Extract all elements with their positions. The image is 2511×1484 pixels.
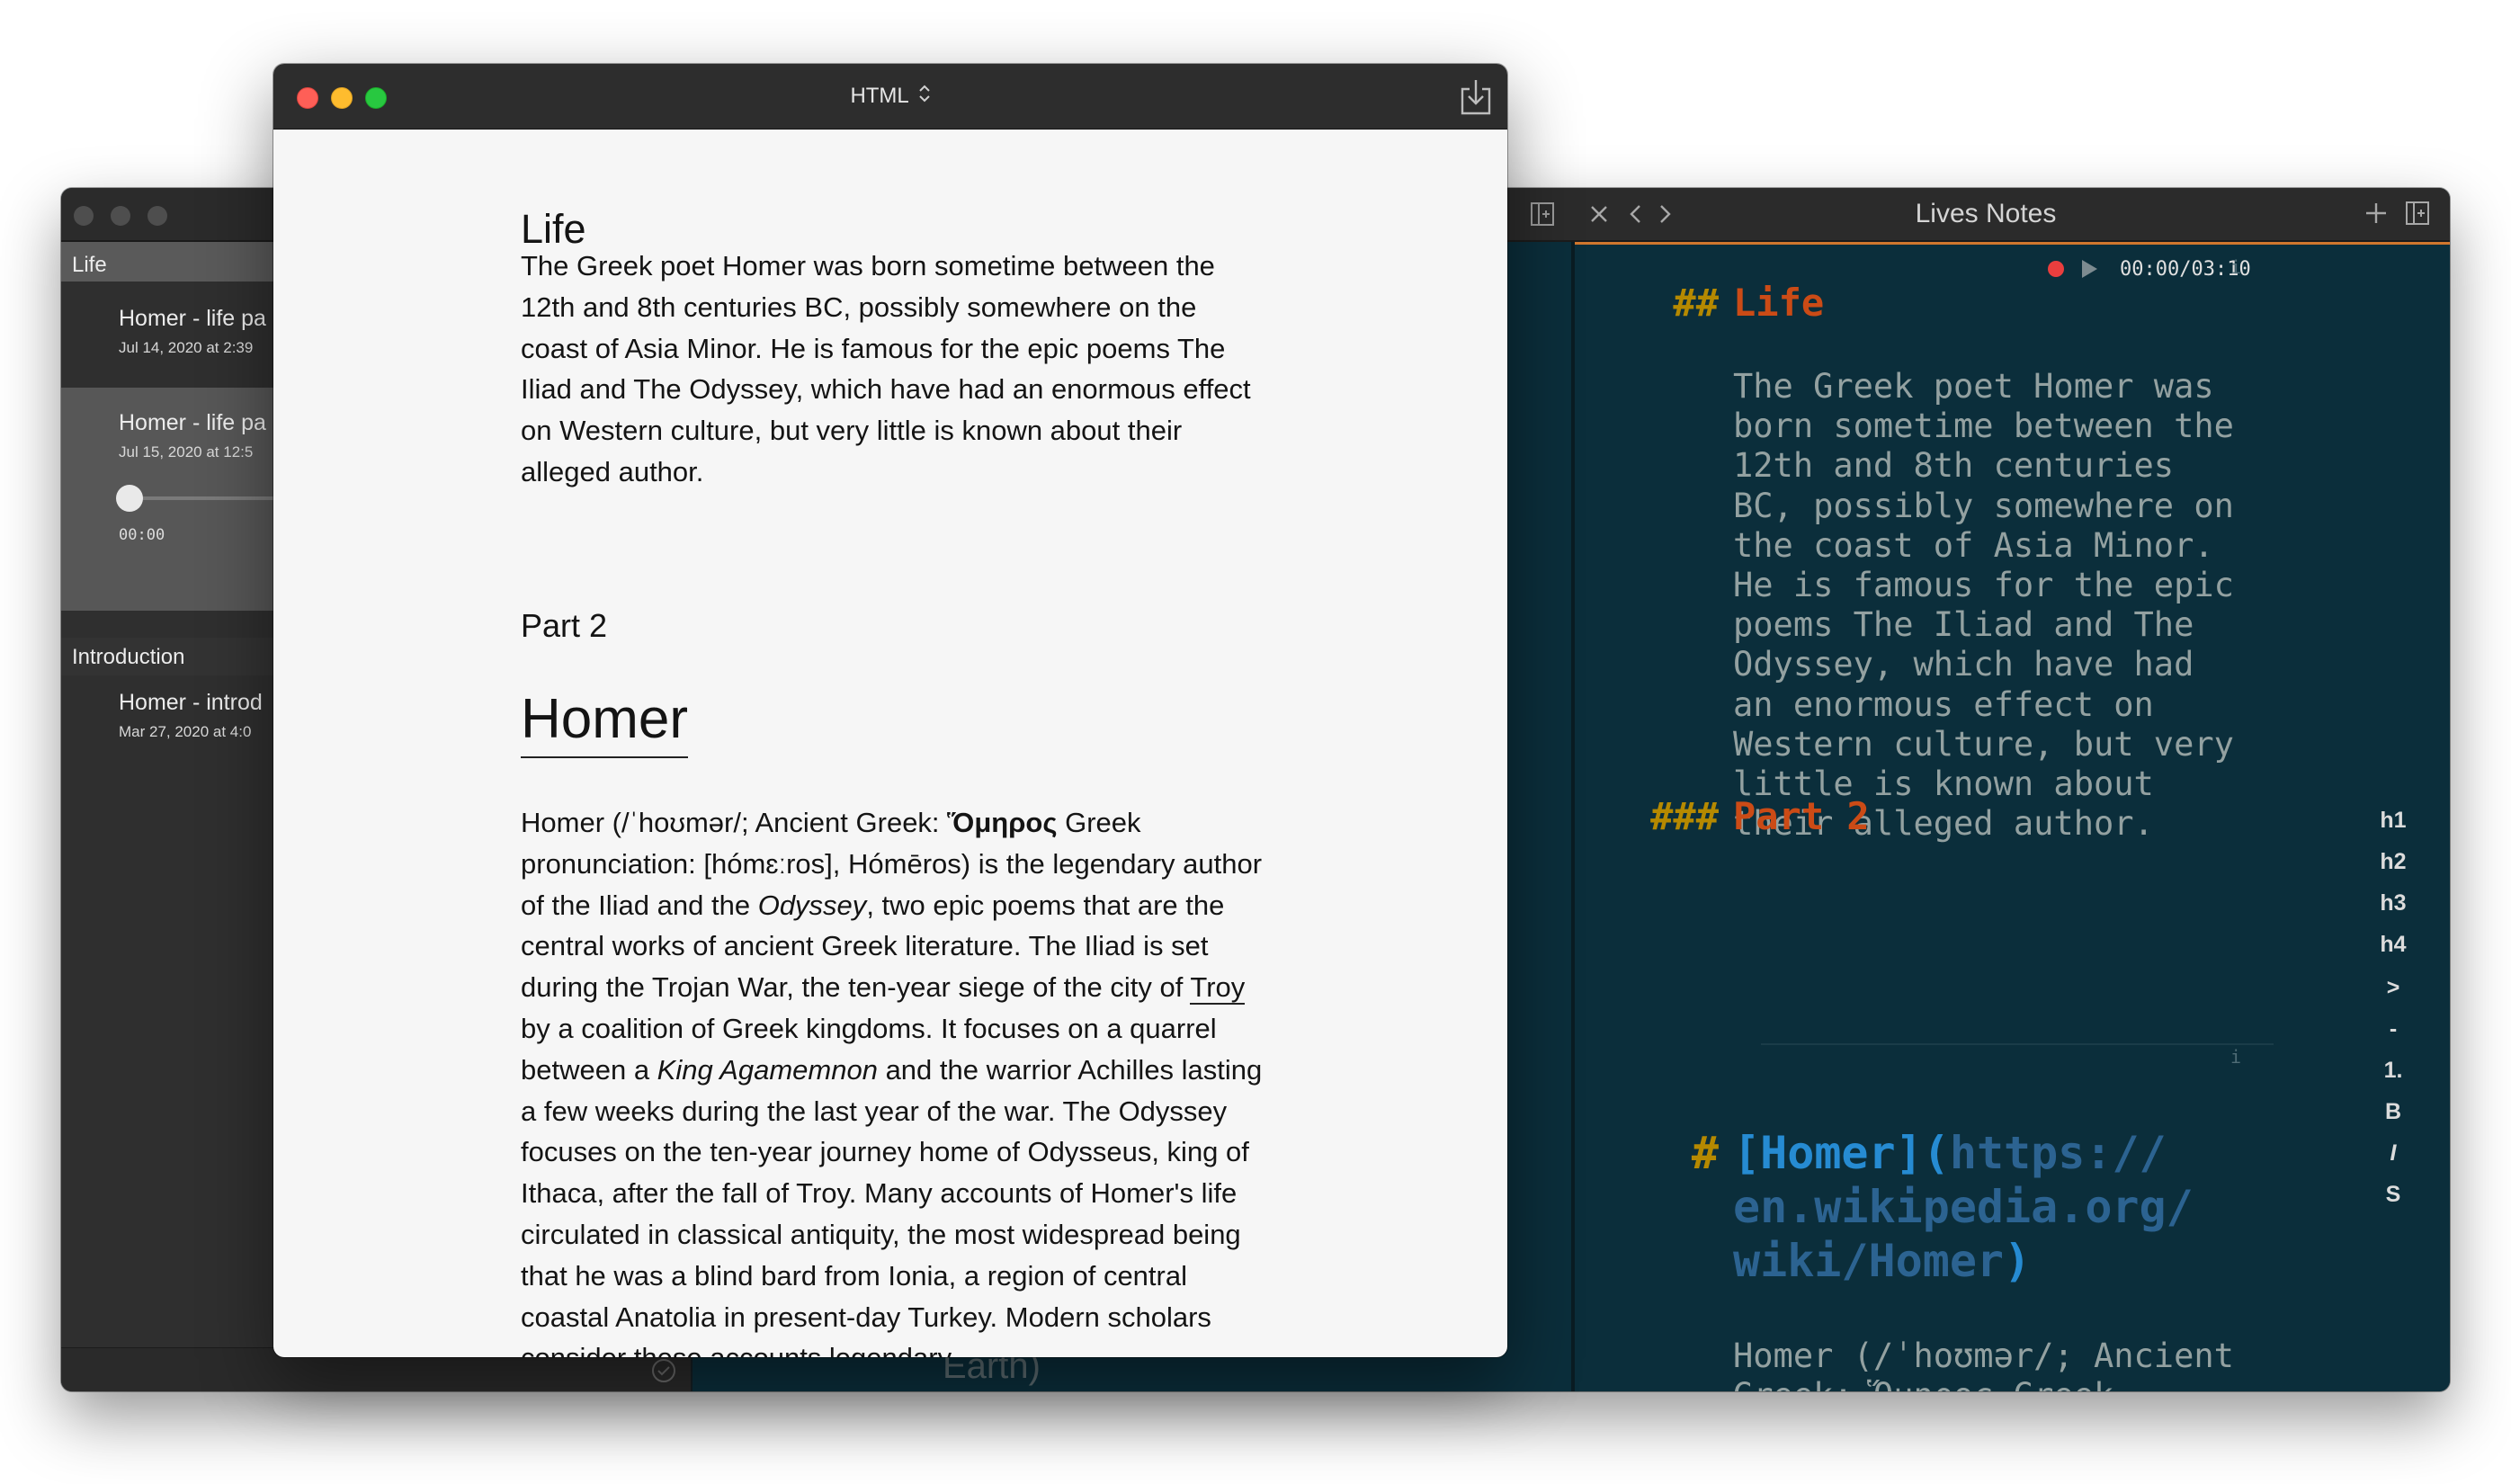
audio-scrubber-handle[interactable] <box>116 485 143 512</box>
format-button[interactable]: h4 <box>2366 932 2420 958</box>
preview-heading-homer[interactable]: Homer <box>521 686 689 758</box>
middle-split-icon[interactable] <box>1530 201 1555 231</box>
md-paragraph-homer-cut: Greek: Ὅμηρος Greek <box>1733 1378 2113 1391</box>
md-paragraph-line: an enormous effect on <box>1733 684 2154 724</box>
emphasis-odyssey: Odyssey <box>757 889 867 921</box>
greek-name: Ὅμηρος <box>947 807 1058 838</box>
html-preview-window: HTML Life The Greek poet Homer was born … <box>273 64 1507 1357</box>
md-heading-part2: ### Part 2 <box>1575 794 2450 845</box>
md-link-url: https:// <box>1949 1127 2167 1179</box>
md-heading-life: ## Life <box>1575 281 2450 331</box>
md-paragraph-homer-start: Homer (/ˈhoʊmər/; Ancient <box>1733 1336 2234 1375</box>
info-icon[interactable]: i <box>2230 256 2241 278</box>
text-run: and the warrior Achilles lasting a few w… <box>521 1053 1263 1357</box>
md-bracket: ]( <box>1895 1127 1950 1179</box>
back-arrow-icon[interactable] <box>1627 202 1645 230</box>
close-editor-icon[interactable] <box>1587 202 1611 230</box>
minimize-window-button[interactable] <box>111 206 130 226</box>
md-paragraph-line: born sometime between the <box>1733 407 2234 446</box>
md-paragraph-line: He is famous for the epic <box>1733 566 2234 605</box>
md-link-url: en.wikipedia.org/ <box>1733 1181 2194 1233</box>
md-paragraph-line: the coast of Asia Minor. <box>1733 525 2214 565</box>
preview-title: HTML <box>850 84 908 108</box>
section-separator <box>1761 1043 2274 1045</box>
updown-chevron-icon <box>918 84 931 110</box>
note-date: Jul 15, 2020 at 12:5 <box>119 443 254 460</box>
md-bracket: ) <box>2004 1235 2032 1287</box>
format-button[interactable]: I <box>2366 1140 2420 1167</box>
md-heading-text: Life <box>1733 281 1825 325</box>
md-hash: # <box>1691 1127 1719 1179</box>
audio-elapsed-time: 00:00 <box>119 526 165 544</box>
md-hash: ## <box>1673 281 1719 325</box>
md-bracket: [ <box>1733 1127 1761 1179</box>
format-button[interactable]: 1. <box>2366 1058 2420 1084</box>
checkmark-circle-icon[interactable] <box>650 1357 677 1389</box>
section-label: Life <box>72 253 107 277</box>
play-icon[interactable] <box>2080 259 2098 283</box>
troy-link[interactable]: Troy <box>1190 971 1246 1006</box>
md-link[interactable]: [Homer](https:// en.wikipedia.org/ wiki/… <box>1733 1126 2194 1288</box>
md-paragraph-line: 12th and 8th centuries <box>1733 446 2175 486</box>
preview-heading-part2: Part 2 <box>521 607 608 644</box>
format-bar: h1 h2 h3 h4 > - 1. B I S <box>2366 245 2420 1391</box>
emphasis-agamemnon: King Agamemnon <box>657 1053 878 1086</box>
md-cut-line-text: Greek: Ὅμηρος Greek <box>1733 1378 2113 1391</box>
export-icon[interactable] <box>1459 78 1493 121</box>
md-paragraph-line: Odyssey, which have had <box>1733 645 2194 684</box>
close-window-button[interactable] <box>74 206 94 226</box>
md-paragraph-life: The Greek poet Homer was born sometime be… <box>1733 367 2237 844</box>
add-note-icon[interactable] <box>2364 201 2389 230</box>
md-paragraph-line: The Greek poet Homer was <box>1733 367 2214 406</box>
format-button[interactable]: S <box>2366 1182 2420 1208</box>
markdown-editor[interactable]: 00:00/03:10 i ## Life The Greek poet Hom… <box>1575 242 2450 1391</box>
format-button[interactable]: h1 <box>2366 808 2420 834</box>
preview-format-selector[interactable]: HTML <box>273 84 1507 110</box>
format-button[interactable]: - <box>2366 1016 2420 1042</box>
note-date: Jul 14, 2020 at 2:39 <box>119 339 254 356</box>
preview-paragraph-homer: Homer (/ˈhoʊmər/; Ancient Greek: Ὅμηρος … <box>521 802 1267 1357</box>
section-label: Introduction <box>72 645 185 669</box>
editor-title: Lives Notes <box>1915 199 2057 228</box>
preview-paragraph-life: The Greek poet Homer was born sometime b… <box>521 250 1251 487</box>
forward-arrow-icon[interactable] <box>1656 202 1674 230</box>
text-run: Homer (/ˈhoʊmər/; Ancient Greek: <box>521 807 948 838</box>
format-button[interactable]: > <box>2366 975 2420 1001</box>
preview-titlebar: HTML <box>273 64 1507 130</box>
zoom-window-button[interactable] <box>147 206 167 226</box>
note-title: Homer - life pa <box>119 306 266 331</box>
md-paragraph-line: BC, possibly somewhere on <box>1733 486 2234 525</box>
record-icon[interactable] <box>2048 261 2064 277</box>
split-view-icon[interactable] <box>2405 201 2430 230</box>
info-icon-2[interactable]: i <box>2230 1046 2241 1068</box>
format-button[interactable]: h3 <box>2366 890 2420 916</box>
md-link-url: wiki/Homer <box>1733 1235 2005 1287</box>
format-button[interactable]: B <box>2366 1099 2420 1125</box>
md-link-text: Homer <box>1760 1127 1896 1179</box>
note-date: Mar 27, 2020 at 4:0 <box>119 723 252 740</box>
md-heading-text: Part 2 <box>1733 794 1870 838</box>
md-paragraph-line: Western culture, but very <box>1733 724 2234 764</box>
note-title: Homer - life pa <box>119 410 266 435</box>
md-paragraph-line: poems The Iliad and The <box>1733 605 2194 645</box>
note-title: Homer - introd <box>119 690 263 715</box>
format-button[interactable]: h2 <box>2366 849 2420 875</box>
md-hash: ### <box>1650 794 1719 838</box>
